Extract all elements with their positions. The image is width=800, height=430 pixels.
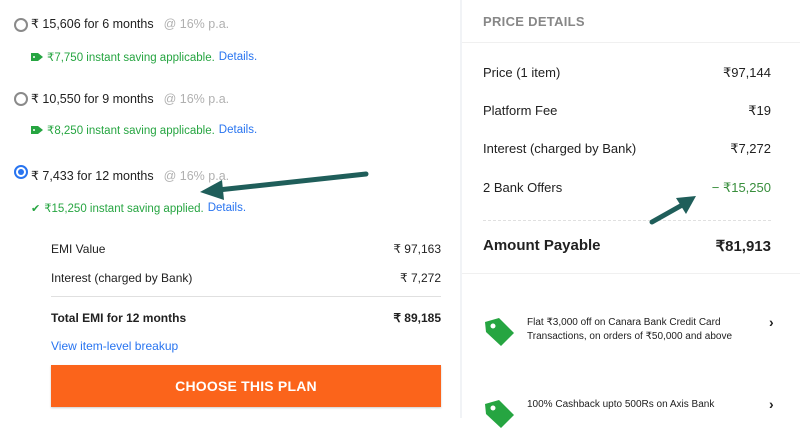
annotation-arrow-icon bbox=[649, 196, 696, 225]
offer-tag-icon bbox=[485, 400, 514, 428]
offers-divider bbox=[462, 273, 800, 274]
interest-label: Interest (charged by Bank) bbox=[51, 271, 193, 285]
plan-6-months-radio[interactable] bbox=[14, 18, 28, 32]
emi-plans-panel: ₹ 15,606 for 6 months @ 16% p.a. ₹7,750 i… bbox=[0, 0, 460, 418]
summary-divider bbox=[51, 296, 441, 297]
price-label: Price (1 item) bbox=[483, 65, 561, 80]
total-emi-row: Total EMI for 12 months ₹ 89,185 bbox=[51, 311, 441, 325]
plan-6-months-emi: ₹ 15,606 for 6 months @ 16% p.a. bbox=[31, 16, 229, 31]
emi-value-amount: ₹ 97,163 bbox=[393, 242, 441, 256]
saving-text: ₹15,250 instant saving applied. bbox=[44, 203, 204, 215]
price-row: Price (1 item) ₹97,144 bbox=[483, 65, 771, 81]
plan-9-months-radio[interactable] bbox=[14, 92, 28, 106]
price-value: ₹97,144 bbox=[722, 65, 771, 80]
bank-interest-value: ₹7,272 bbox=[730, 141, 771, 156]
amount-divider bbox=[483, 220, 771, 221]
plan-emi-label: ₹ 7,433 for 12 months bbox=[31, 169, 154, 183]
check-icon: ✔ bbox=[31, 202, 41, 215]
saving-details-link[interactable]: Details. bbox=[208, 202, 246, 214]
plan-9-months-saving: ₹8,250 instant saving applicable. Detail… bbox=[31, 123, 257, 137]
amount-payable-value: ₹81,913 bbox=[715, 238, 771, 255]
offer-tag-icon bbox=[485, 318, 514, 346]
price-details-panel: PRICE DETAILS Price (1 item) ₹97,144 Pla… bbox=[462, 0, 800, 428]
saving-details-link[interactable]: Details. bbox=[219, 51, 257, 63]
emi-value-label: EMI Value bbox=[51, 242, 106, 256]
interest-row: Interest (charged by Bank) ₹ 7,272 bbox=[51, 271, 441, 285]
platform-fee-row: Platform Fee ₹19 bbox=[483, 103, 771, 119]
plan-6-months-saving: ₹7,750 instant saving applicable. Detail… bbox=[31, 50, 257, 64]
bank-offers-row: 2 Bank Offers − ₹15,250 bbox=[483, 180, 771, 196]
total-emi-label: Total EMI for 12 months bbox=[51, 311, 187, 325]
price-details-title: PRICE DETAILS bbox=[483, 14, 585, 29]
plan-9-months-emi: ₹ 10,550 for 9 months @ 16% p.a. bbox=[31, 91, 229, 106]
platform-fee-label: Platform Fee bbox=[483, 103, 558, 118]
emi-value-row: EMI Value ₹ 97,163 bbox=[51, 242, 441, 256]
saving-details-link[interactable]: Details. bbox=[219, 124, 257, 136]
price-details-divider bbox=[462, 42, 800, 43]
bank-offers-label[interactable]: 2 Bank Offers bbox=[483, 180, 562, 196]
saving-text: ₹8,250 instant saving applicable. bbox=[47, 125, 215, 137]
chevron-right-icon[interactable]: › bbox=[769, 314, 774, 330]
bank-interest-row: Interest (charged by Bank) ₹7,272 bbox=[483, 141, 771, 157]
saving-text: ₹7,750 instant saving applicable. bbox=[47, 52, 215, 64]
chevron-right-icon[interactable]: › bbox=[769, 396, 774, 412]
plan-12-months-radio[interactable] bbox=[14, 165, 28, 179]
offer-text: Flat ₹3,000 off on Canara Bank Credit Ca… bbox=[527, 317, 733, 342]
tag-icon bbox=[31, 53, 43, 61]
interest-amount: ₹ 7,272 bbox=[400, 271, 441, 285]
plan-12-months-saving: ✔ ₹15,250 instant saving applied. Detail… bbox=[31, 201, 246, 215]
tag-icon bbox=[31, 126, 43, 134]
bank-offers-value: − ₹15,250 bbox=[711, 180, 771, 195]
total-emi-amount: ₹ 89,185 bbox=[393, 311, 441, 325]
bank-interest-label: Interest (charged by Bank) bbox=[483, 141, 637, 156]
platform-fee-value: ₹19 bbox=[748, 103, 771, 118]
annotation-arrow-icon bbox=[200, 171, 369, 200]
amount-payable-row: Amount Payable ₹81,913 bbox=[483, 237, 771, 255]
amount-payable-label: Amount Payable bbox=[483, 237, 601, 254]
plan-rate: @ 16% p.a. bbox=[163, 17, 230, 31]
plan-emi-label: ₹ 10,550 for 9 months bbox=[31, 92, 154, 106]
plan-rate: @ 16% p.a. bbox=[163, 92, 230, 106]
view-breakup-link[interactable]: View item-level breakup bbox=[51, 339, 178, 353]
plan-emi-label: ₹ 15,606 for 6 months bbox=[31, 17, 154, 31]
offer-text: 100% Cashback upto 500Rs on Axis Bank bbox=[527, 399, 715, 410]
choose-plan-button[interactable]: CHOOSE THIS PLAN bbox=[51, 365, 441, 407]
